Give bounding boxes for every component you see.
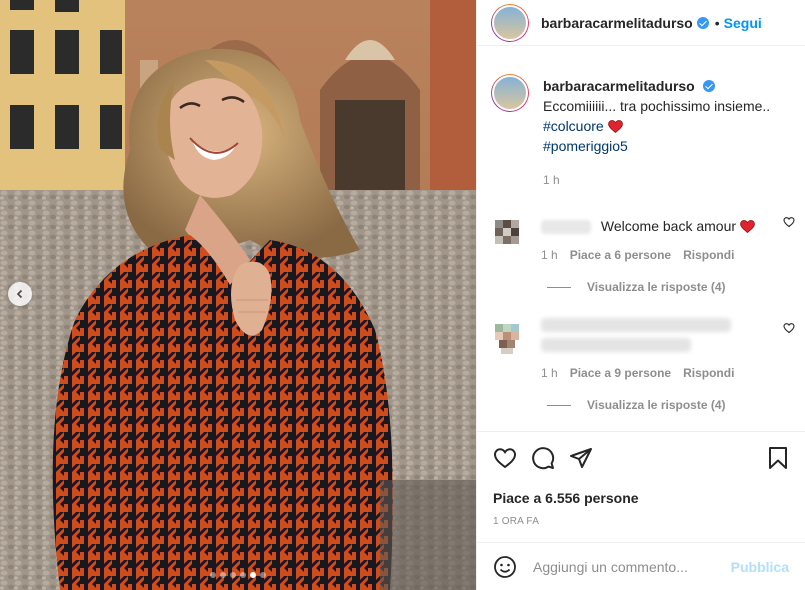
chevron-left-icon <box>16 289 23 299</box>
carousel-prev-button[interactable] <box>8 282 32 306</box>
view-replies-label: Visualizza le risposte (4) <box>587 398 726 412</box>
carousel-dot <box>260 572 266 578</box>
hashtag-link[interactable]: #pomeriggio5 <box>543 138 628 154</box>
publish-button[interactable]: Pubblica <box>731 559 789 575</box>
avatar <box>492 4 528 41</box>
carousel-dot <box>240 572 246 578</box>
comment-likes-link[interactable]: Piace a 6 persone <box>570 248 671 262</box>
caption-timestamp: 1 h <box>543 173 560 187</box>
comment-item: 1 h Piace a 9 persone Rispondi Visualizz… <box>477 316 805 412</box>
comment-timestamp: 1 h <box>541 248 558 262</box>
emoji-icon[interactable] <box>493 555 517 579</box>
verified-icon <box>696 16 709 29</box>
comment-text-redacted <box>541 338 691 352</box>
replies-divider <box>547 286 571 288</box>
replies-divider <box>547 404 571 406</box>
add-comment-bar: Pubblica <box>477 542 805 590</box>
comment-text-redacted <box>541 318 731 332</box>
follow-button[interactable]: Segui <box>724 15 762 31</box>
caption-text: Eccomiiiiii... tra pochissimo insieme.. <box>543 98 771 114</box>
comment-likes-link[interactable]: Piace a 9 persone <box>570 366 671 380</box>
comment-meta: 1 h Piace a 9 persone Rispondi <box>541 366 781 380</box>
red-heart-emoji-icon <box>607 120 623 133</box>
post-photo[interactable] <box>0 0 476 590</box>
caption-username[interactable]: barbaracarmelitadurso <box>543 78 695 94</box>
comment-timestamp: 1 h <box>541 366 558 380</box>
carousel-dot <box>220 572 226 578</box>
commenter-avatar[interactable] <box>489 320 525 356</box>
bookmark-icon[interactable] <box>767 446 789 470</box>
red-heart-emoji-icon <box>740 220 755 233</box>
avatar <box>492 75 528 111</box>
view-replies-label: Visualizza le risposte (4) <box>587 280 726 294</box>
post-header: barbaracarmelitadurso • Segui <box>477 0 805 46</box>
view-replies-button[interactable]: Visualizza le risposte (4) <box>547 280 781 294</box>
reply-button[interactable]: Rispondi <box>683 248 734 262</box>
comment-item: Welcome back amour 1 h Piace a 6 persone… <box>477 210 805 294</box>
share-icon[interactable] <box>569 446 593 470</box>
reply-button[interactable]: Rispondi <box>683 366 734 380</box>
like-comment-heart-icon[interactable] <box>783 216 795 228</box>
comment-icon[interactable] <box>531 446 555 470</box>
view-replies-button[interactable]: Visualizza le risposte (4) <box>547 398 781 412</box>
comments-list[interactable]: barbaracarmelitadurso Eccomiiiiii... tra… <box>477 60 805 430</box>
caption-avatar[interactable] <box>491 74 529 112</box>
carousel-indicator <box>0 572 476 578</box>
commenter-name-redacted <box>541 220 591 235</box>
comment-meta: 1 h Piace a 6 persone Rispondi <box>541 248 781 262</box>
post-caption: barbaracarmelitadurso Eccomiiiiii... tra… <box>477 60 805 190</box>
like-comment-heart-icon[interactable] <box>783 322 795 334</box>
comment-input[interactable] <box>531 557 731 576</box>
photo-illustration <box>0 0 476 590</box>
verified-icon <box>702 80 715 92</box>
author-username[interactable]: barbaracarmelitadurso <box>541 15 693 31</box>
separator-dot: • <box>714 14 720 31</box>
carousel-dot-active <box>250 572 256 578</box>
likes-count[interactable]: Piace a 6.556 persone <box>493 490 789 506</box>
carousel-dot <box>210 572 216 578</box>
hashtag-link[interactable]: #colcuore <box>543 118 604 134</box>
commenter-avatar[interactable] <box>489 214 525 250</box>
author-avatar[interactable] <box>491 3 529 42</box>
post-actions: Piace a 6.556 persone 1 ORA FA <box>477 431 805 527</box>
post-sidebar: barbaracarmelitadurso • Segui barbaracar… <box>476 0 805 590</box>
carousel-dot <box>230 572 236 578</box>
instagram-post: barbaracarmelitadurso • Segui barbaracar… <box>0 0 805 590</box>
heart-icon[interactable] <box>493 446 517 470</box>
post-timestamp: 1 ORA FA <box>493 516 540 527</box>
comment-text: Welcome back amour <box>600 218 737 234</box>
